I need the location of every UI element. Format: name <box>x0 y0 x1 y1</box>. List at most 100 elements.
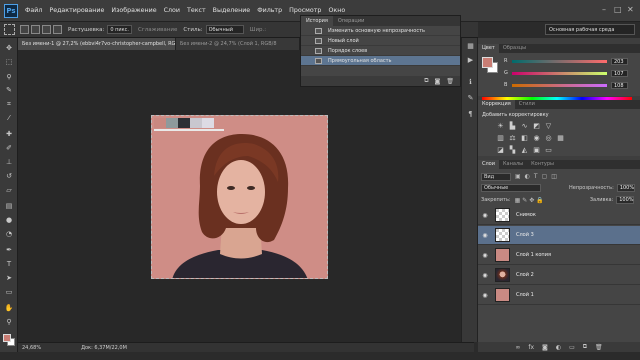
curves-icon[interactable]: ∿ <box>520 122 529 130</box>
green-slider[interactable] <box>512 71 607 75</box>
new-layer-icon[interactable]: ⧉ <box>583 343 587 351</box>
vibrance-icon[interactable]: ▽ <box>544 122 553 130</box>
eye-icon[interactable]: ◉ <box>478 212 492 219</box>
history-item-selected[interactable]: Прямоугольная область <box>301 56 460 66</box>
history-brush-tool-icon[interactable]: ↺ <box>4 172 14 181</box>
tab-actions[interactable]: Операции <box>333 16 369 26</box>
filter-pixel-icon[interactable]: ▣ <box>515 173 521 180</box>
info-panel-icon[interactable]: ℹ <box>466 78 475 86</box>
history-item[interactable]: Новый слой <box>301 36 460 46</box>
channel-mixer-icon[interactable]: ◎ <box>544 134 553 142</box>
clone-stamp-tool-icon[interactable]: ⊥ <box>4 158 14 167</box>
eye-icon[interactable]: ◉ <box>478 292 492 299</box>
style-select[interactable]: Обычный <box>205 25 244 34</box>
filter-adjust-icon[interactable]: ◐ <box>525 173 530 180</box>
tab-styles[interactable]: Стили <box>515 100 539 109</box>
tab-channels[interactable]: Каналы <box>499 160 527 169</box>
actions-panel-icon[interactable]: ▶ <box>466 56 475 64</box>
eye-icon[interactable]: ◉ <box>478 272 492 279</box>
invert-icon[interactable]: ◪ <box>496 146 505 154</box>
layer-style-icon[interactable]: fx <box>528 344 534 351</box>
color-lookup-icon[interactable]: ▦ <box>556 134 565 142</box>
tab-adjustments[interactable]: Коррекция <box>478 100 515 109</box>
foreground-color-swatch[interactable] <box>3 334 11 342</box>
maximize-icon[interactable]: □ <box>614 5 622 14</box>
eye-icon[interactable]: ◉ <box>478 252 492 259</box>
menu-filter[interactable]: Фильтр <box>257 7 282 14</box>
hue-saturation-icon[interactable]: ▥ <box>496 134 505 142</box>
blend-mode-select[interactable]: Обычные <box>481 184 541 192</box>
close-icon[interactable]: ✕ <box>627 5 634 14</box>
color-balance-icon[interactable]: ⚖ <box>508 134 517 142</box>
workspace-select[interactable]: Основная рабочая среда <box>545 24 635 35</box>
layer-row[interactable]: ◉ Слой 2 <box>478 266 640 285</box>
layer-row-selected[interactable]: ◉ Слой 3 <box>478 226 640 245</box>
path-select-tool-icon[interactable]: ➤ <box>4 274 14 283</box>
menu-edit[interactable]: Редактирование <box>49 7 104 14</box>
snapshot-icon[interactable]: ⧉ <box>424 77 428 85</box>
link-layers-icon[interactable]: ∞ <box>515 344 520 351</box>
color-fg-swatch[interactable] <box>482 57 493 68</box>
history-panel-icon[interactable]: ▦ <box>466 42 475 50</box>
group-icon[interactable]: ▭ <box>569 344 575 351</box>
exposure-icon[interactable]: ◩ <box>532 122 541 130</box>
layer-mask-icon[interactable]: ◙ <box>542 344 548 351</box>
tab-layers[interactable]: Слои <box>478 160 499 169</box>
move-tool-icon[interactable]: ✥ <box>4 44 14 53</box>
type-tool-icon[interactable]: T <box>4 260 14 269</box>
trash-icon[interactable]: 🗑 <box>446 78 454 85</box>
doc-tab-2[interactable]: Без имени-2 @ 24,7% (Слой 1, RGB/8 <box>176 38 300 50</box>
menu-window[interactable]: Окно <box>328 7 345 14</box>
zoom-level[interactable]: 24,68% <box>22 345 41 351</box>
adjustment-layer-icon[interactable]: ◐ <box>556 344 561 351</box>
menu-file[interactable]: Файл <box>25 7 42 14</box>
black-white-icon[interactable]: ◧ <box>520 134 529 142</box>
lock-options-icon[interactable]: ▦✎✥🔒 <box>515 197 546 204</box>
filter-shape-icon[interactable]: ▢ <box>542 173 548 180</box>
eraser-tool-icon[interactable]: ▱ <box>4 186 14 195</box>
history-item[interactable]: Изменить основную непрозрачность <box>301 26 460 36</box>
menu-layers[interactable]: Слои <box>164 7 180 14</box>
paragraph-panel-icon[interactable]: ¶ <box>466 110 475 118</box>
menu-select[interactable]: Выделение <box>213 7 251 14</box>
shape-tool-icon[interactable]: ▭ <box>4 288 14 297</box>
posterize-icon[interactable]: ▚ <box>508 146 517 154</box>
antialias-checkbox[interactable]: Сглаживание <box>138 27 177 33</box>
pen-tool-icon[interactable]: ✒ <box>4 246 14 255</box>
quick-select-tool-icon[interactable]: ✎ <box>4 86 14 95</box>
gradient-map-icon[interactable]: ▭ <box>544 146 553 154</box>
minimize-icon[interactable]: – <box>602 5 606 14</box>
doc-tab-1[interactable]: Без имени-1 @ 27,2% (ebbvi4r7vo-christop… <box>18 38 176 50</box>
subtract-selection-icon[interactable] <box>42 25 51 34</box>
threshold-icon[interactable]: ◭ <box>520 146 529 154</box>
gradient-tool-icon[interactable]: ▤ <box>4 202 14 211</box>
green-value-input[interactable]: 107 <box>611 69 628 77</box>
brightness-contrast-icon[interactable]: ☀ <box>496 122 505 130</box>
menu-view[interactable]: Просмотр <box>289 7 321 14</box>
marquee-tool-preset-icon[interactable] <box>4 24 15 35</box>
tab-color[interactable]: Цвет <box>478 44 499 53</box>
new-selection-icon[interactable] <box>20 25 29 34</box>
levels-icon[interactable]: ▙ <box>508 122 517 130</box>
history-item[interactable]: Порядок слоев <box>301 46 460 56</box>
layer-kind-select[interactable]: Вид <box>481 172 511 181</box>
tab-paths[interactable]: Контуры <box>527 160 558 169</box>
filter-smart-icon[interactable]: ◫ <box>551 173 557 180</box>
blue-value-input[interactable]: 108 <box>611 81 628 89</box>
camera-icon[interactable]: ◙ <box>435 78 441 85</box>
brush-panel-icon[interactable]: ✎ <box>466 94 475 102</box>
eye-icon[interactable]: ◉ <box>478 232 492 239</box>
menu-image[interactable]: Изображение <box>111 7 156 14</box>
crop-tool-icon[interactable]: ⌗ <box>4 100 14 109</box>
layer-row[interactable]: ◉ Снимок <box>478 206 640 225</box>
opacity-input[interactable]: 100% <box>616 184 635 192</box>
canvas-area[interactable] <box>18 50 474 342</box>
filter-type-icon[interactable]: T <box>534 173 538 180</box>
eyedropper-tool-icon[interactable]: ⁄ <box>4 114 14 123</box>
hand-tool-icon[interactable]: ✋ <box>4 304 14 313</box>
layer-row[interactable]: ◉ Слой 1 <box>478 286 640 305</box>
fill-input[interactable]: 100% <box>616 196 635 204</box>
trash-icon[interactable]: 🗑 <box>595 344 603 351</box>
tab-swatches[interactable]: Образцы <box>499 44 530 53</box>
rect-marquee-tool-icon[interactable]: ⬚ <box>4 58 14 67</box>
